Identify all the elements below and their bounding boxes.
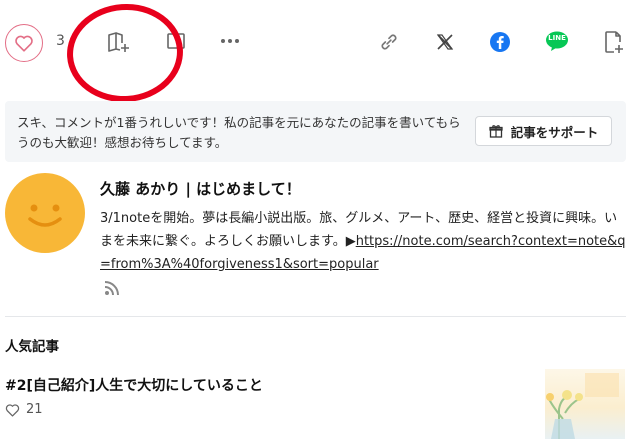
author-name[interactable]: 久藤 あかり | はじめまして！ [100, 178, 301, 199]
support-article-button[interactable]: 記事をサポート [475, 116, 612, 146]
gift-icon [489, 125, 503, 138]
red-annotation-circle [63, 0, 187, 106]
support-button-label: 記事をサポート [510, 124, 599, 140]
rss-feed-link[interactable] [104, 280, 120, 300]
like-count: 3 [56, 33, 65, 49]
popular-article-thumbnail[interactable] [545, 369, 625, 439]
popular-articles-heading: 人気記事 [5, 339, 59, 355]
rss-icon [104, 281, 119, 296]
share-x-button[interactable] [433, 30, 457, 54]
support-message: スキ、コメントが1番うれしいです！私の記事を元にあなたの記事を書いてもらうのも大… [17, 115, 461, 150]
heart-outline-icon [15, 35, 33, 52]
author-bio: 3/1noteを開始。夢は長編小説出版。旅、グルメ、アート、歴史、経営と投資に興… [100, 207, 626, 276]
x-icon [436, 34, 454, 50]
embed-add-icon [605, 31, 623, 53]
more-options-button[interactable] [218, 30, 242, 52]
facebook-icon [490, 32, 510, 52]
popular-article-likes: 21 [5, 402, 43, 417]
share-facebook-button[interactable] [488, 30, 512, 54]
smiley-face-icon [28, 204, 62, 227]
popular-article-like-count: 21 [26, 402, 43, 417]
link-icon [381, 34, 397, 50]
embed-button[interactable] [602, 29, 626, 55]
copy-link-button[interactable] [376, 29, 402, 55]
popular-article-title[interactable]: #2[自己紹介]人生で大切にしていること [5, 375, 263, 395]
more-horizontal-icon [221, 39, 239, 43]
share-line-button[interactable]: LINE [544, 29, 570, 53]
section-divider [5, 316, 626, 317]
author-avatar[interactable] [5, 173, 85, 253]
heart-outline-icon [5, 403, 20, 417]
like-button[interactable] [5, 24, 43, 62]
support-box: スキ、コメントが1番うれしいです！私の記事を元にあなたの記事を書いてもらうのも大… [5, 101, 626, 162]
line-label: LINE [548, 34, 566, 42]
flower-vase-illustration [546, 373, 619, 439]
